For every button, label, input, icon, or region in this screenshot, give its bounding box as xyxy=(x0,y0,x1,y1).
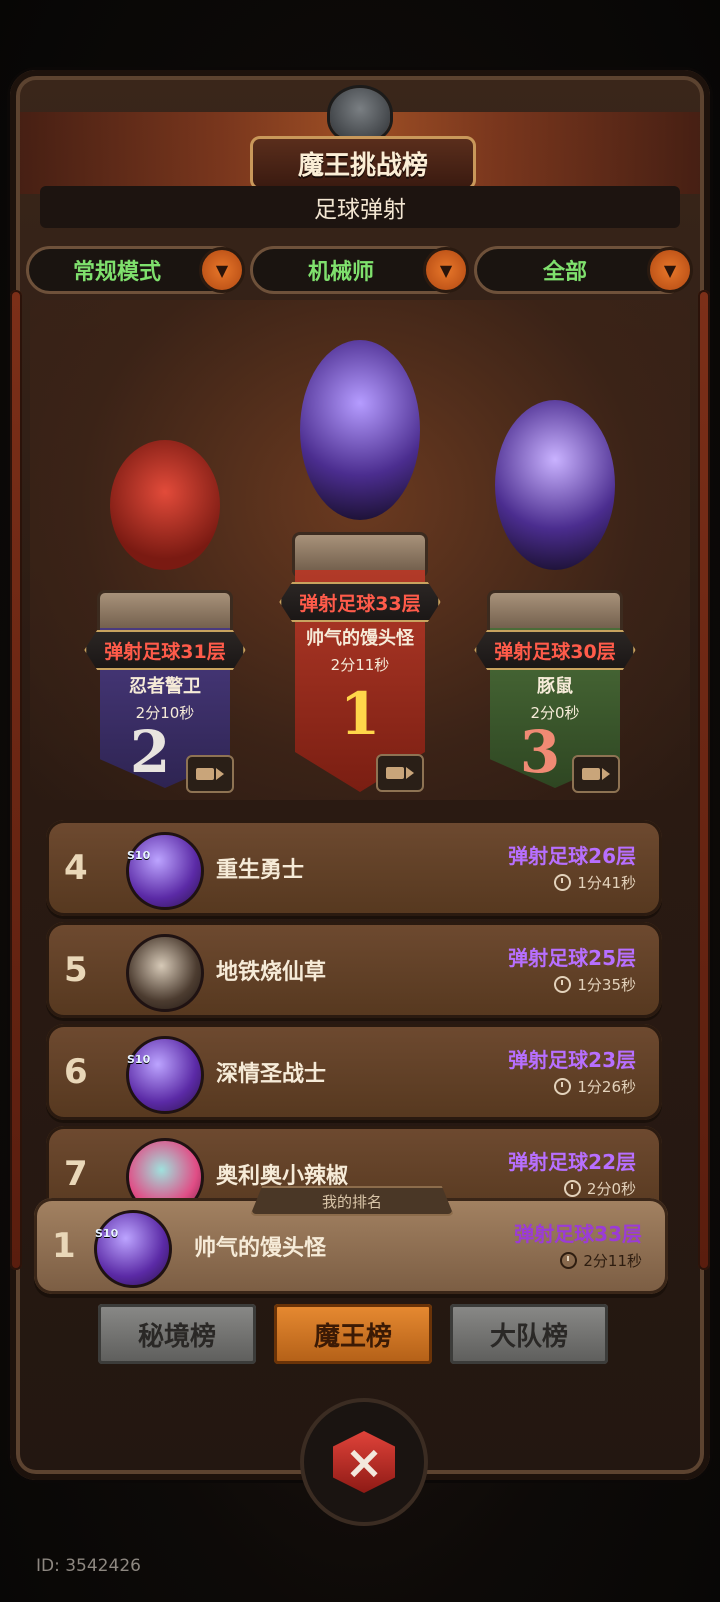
player-name: 奥利奥小辣椒 xyxy=(216,1164,349,1189)
tab-demon-king[interactable]: 魔王榜 xyxy=(274,1304,432,1364)
time-value: 1分26秒 xyxy=(577,1078,636,1096)
season-badge: S10 xyxy=(95,1227,119,1240)
player-time: 1分41秒 xyxy=(554,872,636,893)
chevron-down-icon[interactable]: ▼ xyxy=(199,247,245,293)
season-badge: S10 xyxy=(127,849,151,862)
video-replay-icon[interactable] xyxy=(376,754,424,792)
player-name: 忍者警卫 xyxy=(129,676,201,697)
page-title: 魔王挑战榜 xyxy=(250,136,476,190)
time-value: 2分11秒 xyxy=(583,1252,642,1270)
player-time: 2分11秒 xyxy=(330,656,390,674)
floor-plate: 弹射足球31层 xyxy=(84,630,246,670)
floor-plate: 弹射足球33层 xyxy=(279,582,441,622)
mode-filter-dropdown[interactable]: 常规模式 ▼ xyxy=(26,246,245,294)
podium-third[interactable]: 弹射足球30层 豚鼠 2分0秒 3 xyxy=(474,400,636,800)
player-name: 重生勇士 xyxy=(216,858,305,883)
time-value: 1分35秒 xyxy=(577,976,636,994)
video-replay-icon[interactable] xyxy=(572,755,620,793)
avatar: S10 xyxy=(126,832,204,910)
podium-first[interactable]: 弹射足球33层 帅气的馒头怪 2分11秒 1 xyxy=(279,340,441,800)
rank-row[interactable]: 5 地铁烧仙草 弹射足球25层 1分35秒 xyxy=(46,922,662,1018)
chevron-down-icon[interactable]: ▼ xyxy=(423,247,469,293)
clock-icon xyxy=(560,1252,578,1269)
scope-filter-dropdown[interactable]: 全部 ▼ xyxy=(474,246,693,294)
player-score: 弹射足球22层 xyxy=(508,1150,636,1174)
player-score: 弹射足球26层 xyxy=(508,844,636,868)
character-avatar xyxy=(300,340,420,520)
class-filter-dropdown[interactable]: 机械师 ▼ xyxy=(250,246,469,294)
floor-plate: 弹射足球30层 xyxy=(474,630,636,670)
class-filter-label: 机械师 xyxy=(307,260,374,285)
rank-row[interactable]: 6 S10 深情圣战士 弹射足球23层 1分26秒 xyxy=(46,1024,662,1120)
skull-crest-icon xyxy=(330,88,390,140)
clock-icon xyxy=(554,874,572,891)
player-score: 弹射足球33层 xyxy=(514,1222,642,1246)
my-rank-label: 我的排名 xyxy=(250,1186,454,1216)
chevron-down-icon[interactable]: ▼ xyxy=(647,247,693,293)
season-badge: S10 xyxy=(127,1053,151,1066)
avatar: S10 xyxy=(126,1036,204,1114)
close-icon: × xyxy=(333,1431,395,1493)
close-button[interactable]: × xyxy=(300,1398,428,1526)
rank-row[interactable]: 4 S10 重生勇士 弹射足球26层 1分41秒 xyxy=(46,820,662,916)
clock-icon xyxy=(563,1180,581,1197)
left-frame-bar xyxy=(10,290,22,1270)
right-frame-bar xyxy=(698,290,710,1270)
rank-number: 6 xyxy=(64,1052,88,1092)
time-value: 2分0秒 xyxy=(586,1180,636,1198)
avatar: S10 xyxy=(94,1210,172,1288)
player-score: 弹射足球25层 xyxy=(508,946,636,970)
clock-icon xyxy=(554,1078,572,1095)
clock-icon xyxy=(554,976,572,993)
character-avatar xyxy=(495,400,615,570)
user-id: ID: 3542426 xyxy=(36,1556,141,1576)
player-name: 地铁烧仙草 xyxy=(216,960,327,985)
time-value: 1分41秒 xyxy=(577,874,636,892)
rank-number: 7 xyxy=(64,1154,88,1194)
podium-second[interactable]: 弹射足球31层 忍者警卫 2分10秒 2 xyxy=(84,440,246,800)
character-avatar xyxy=(110,440,220,570)
rank-number: 5 xyxy=(64,950,88,990)
avatar xyxy=(126,934,204,1012)
player-name: 豚鼠 xyxy=(537,676,573,697)
player-name: 帅气的馒头怪 xyxy=(194,1236,327,1261)
rank-number: 1 xyxy=(52,1226,76,1266)
player-name: 帅气的馒头怪 xyxy=(306,628,414,649)
video-replay-icon[interactable] xyxy=(186,755,234,793)
player-time: 1分35秒 xyxy=(554,974,636,995)
player-time: 1分26秒 xyxy=(554,1076,636,1097)
rank-number: 1 xyxy=(339,680,381,748)
challenge-name: 足球弹射 xyxy=(40,186,680,228)
rank-number: 4 xyxy=(64,848,88,888)
mode-filter-label: 常规模式 xyxy=(72,260,161,285)
player-score: 弹射足球23层 xyxy=(508,1048,636,1072)
tab-squad[interactable]: 大队榜 xyxy=(450,1304,608,1364)
player-time: 2分11秒 xyxy=(560,1250,642,1271)
scope-filter-label: 全部 xyxy=(542,260,587,285)
player-name: 深情圣战士 xyxy=(216,1062,327,1087)
tab-secret-realm[interactable]: 秘境榜 xyxy=(98,1304,256,1364)
player-time: 2分0秒 xyxy=(563,1178,636,1199)
